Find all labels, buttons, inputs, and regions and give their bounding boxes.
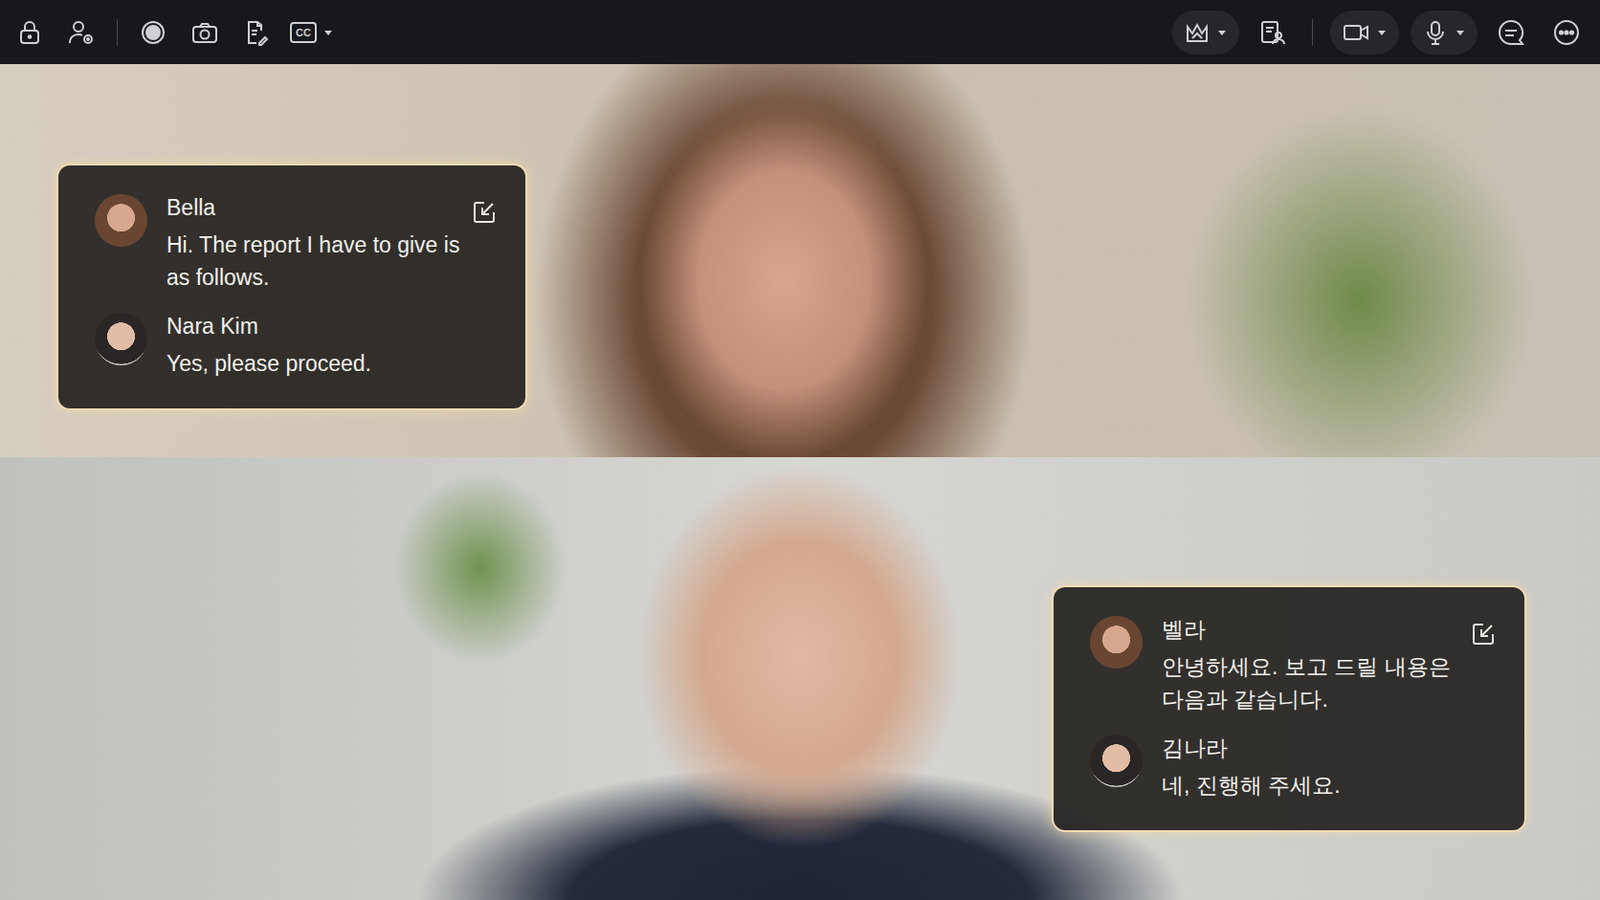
toolbar-separator — [1311, 19, 1313, 46]
pop-out-button[interactable] — [1470, 622, 1496, 650]
participants-button[interactable] — [1250, 10, 1295, 55]
pop-out-button[interactable] — [471, 200, 497, 228]
microphone-button[interactable] — [1410, 10, 1478, 55]
cc-icon: CC — [289, 22, 317, 44]
caret-down-icon — [1216, 27, 1228, 38]
host-menu-button[interactable] — [1172, 10, 1240, 55]
record-button[interactable] — [131, 10, 176, 55]
speaker-name: Bella — [166, 194, 468, 222]
record-icon — [139, 19, 167, 46]
speaker-avatar — [1089, 616, 1143, 669]
pop-out-icon — [1470, 622, 1496, 647]
lock-icon — [16, 19, 44, 46]
more-icon — [1552, 18, 1581, 47]
caption-entry: 김나라네, 진행해 주세요. — [1089, 734, 1467, 802]
document-person-icon — [1258, 19, 1288, 46]
speaker-avatar — [1089, 734, 1143, 788]
camera-button[interactable] — [1330, 10, 1400, 55]
caption-text: 안녕하세요. 보고 드릴 내용은 다음과 같습니다. — [1161, 650, 1467, 716]
video-feed: Bella Hi. The report I have to give is as… — [0, 64, 1600, 458]
captions-button[interactable]: CC — [286, 10, 338, 55]
caption-entry: 벨라안녕하세요. 보고 드릴 내용은 다음과 같습니다. — [1089, 616, 1467, 716]
caption-text: Yes, please proceed. — [166, 347, 372, 380]
snapshot-button[interactable] — [182, 10, 227, 55]
more-button[interactable] — [1544, 10, 1589, 55]
speaker-name: Nara Kim — [166, 312, 372, 340]
pop-out-icon — [471, 200, 497, 225]
microphone-icon — [1422, 19, 1449, 46]
camera-icon — [190, 19, 220, 46]
chat-button[interactable] — [1488, 10, 1534, 55]
caption-panel: Bella Hi. The report I have to give is as… — [56, 163, 528, 411]
caret-down-icon — [1376, 27, 1388, 38]
speaker-name: 벨라 — [1161, 616, 1467, 644]
notes-button[interactable] — [234, 10, 279, 55]
toolbar: CC — [0, 0, 1600, 65]
speaker-name: 김나라 — [1161, 734, 1341, 762]
video-call-window: CC Bella Hi. The report I have to give is … — [0, 0, 1600, 900]
speaker-avatar — [94, 194, 148, 247]
toolbar-separator — [116, 19, 118, 46]
lock-button[interactable] — [7, 10, 52, 55]
chat-icon — [1496, 18, 1526, 47]
speaker-avatar — [94, 312, 148, 366]
host-settings-button[interactable] — [59, 10, 104, 55]
person-gear-icon — [66, 19, 96, 46]
video-camera-icon — [1341, 19, 1371, 46]
caption-panel: 벨라안녕하세요. 보고 드릴 내용은 다음과 같습니다. 김나라네, 진행해 주세… — [1051, 585, 1527, 833]
caret-down-icon — [1454, 27, 1467, 38]
caret-down-icon — [322, 27, 334, 38]
crown-icon — [1183, 19, 1211, 46]
caption-entry: Bella Hi. The report I have to give is as… — [94, 194, 468, 294]
document-edit-icon — [243, 19, 270, 46]
video-feed: 벨라안녕하세요. 보고 드릴 내용은 다음과 같습니다. 김나라네, 진행해 주세… — [0, 457, 1600, 900]
caption-text: 네, 진행해 주세요. — [1161, 769, 1341, 802]
caption-text: Hi. The report I have to give is as foll… — [166, 228, 468, 294]
caption-entry: Nara Kim Yes, please proceed. — [94, 312, 468, 380]
